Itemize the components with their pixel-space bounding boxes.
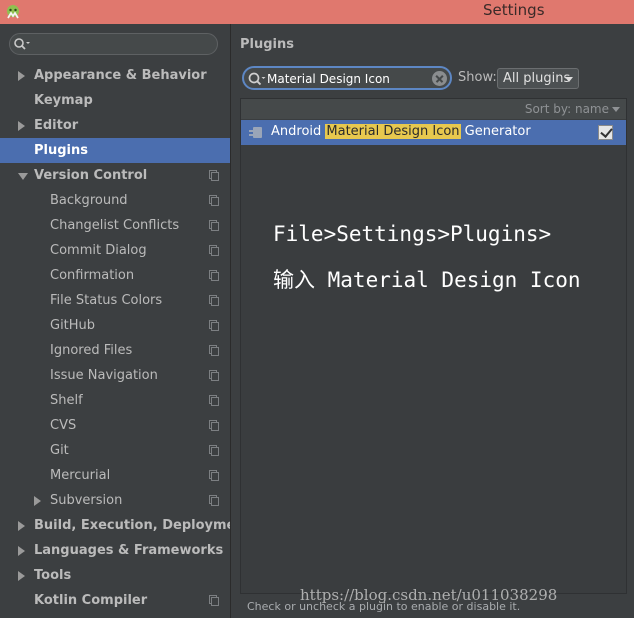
plugin-search-input[interactable] bbox=[267, 70, 427, 87]
sidebar-item-editor[interactable]: Editor bbox=[0, 113, 230, 138]
show-filter-dropdown[interactable]: All plugins bbox=[497, 68, 579, 89]
project-scope-icon bbox=[209, 495, 219, 506]
project-scope-icon bbox=[209, 345, 219, 356]
sidebar-item-label: Issue Navigation bbox=[50, 368, 158, 383]
sidebar-item-label: Appearance & Behavior bbox=[34, 68, 207, 83]
chevron-right-icon[interactable] bbox=[18, 521, 25, 531]
project-scope-icon bbox=[209, 320, 219, 331]
plugin-name: Android Material Design Icon Generator bbox=[271, 124, 531, 139]
plugin-search-field[interactable] bbox=[242, 66, 452, 90]
project-scope-icon bbox=[209, 245, 219, 256]
title-bar: Settings bbox=[0, 0, 634, 24]
sidebar-item-label: Background bbox=[50, 193, 128, 208]
project-scope-icon bbox=[209, 595, 219, 606]
sidebar-item-label: GitHub bbox=[50, 318, 96, 333]
sidebar-item-appearance-behavior[interactable]: Appearance & Behavior bbox=[0, 63, 230, 88]
show-filter-label: Show: bbox=[458, 70, 497, 85]
sidebar-item-label: Ignored Files bbox=[50, 343, 133, 358]
sidebar-item-git[interactable]: Git bbox=[0, 438, 230, 463]
sidebar-item-label: Tools bbox=[34, 568, 72, 583]
window-title: Settings bbox=[483, 1, 545, 19]
sidebar-item-kotlin-compiler[interactable]: Kotlin Compiler bbox=[0, 588, 230, 613]
sidebar-item-plugins[interactable]: Plugins bbox=[0, 138, 230, 163]
sidebar-item-confirmation[interactable]: Confirmation bbox=[0, 263, 230, 288]
plugin-icon bbox=[249, 127, 262, 138]
search-icon[interactable] bbox=[13, 37, 31, 51]
plugin-list: Sort by: name Android Material Design Ic… bbox=[240, 98, 627, 594]
sidebar-item-label: Kotlin Compiler bbox=[34, 593, 148, 608]
sidebar-item-shelf[interactable]: Shelf bbox=[0, 388, 230, 413]
chevron-right-icon[interactable] bbox=[18, 546, 25, 556]
sidebar-item-ignored-files[interactable]: Ignored Files bbox=[0, 338, 230, 363]
android-studio-icon bbox=[7, 5, 19, 19]
plugin-name-suffix: Generator bbox=[460, 124, 531, 139]
search-icon[interactable] bbox=[247, 71, 267, 87]
sidebar-item-label: Editor bbox=[34, 118, 79, 133]
sidebar-item-label: File Status Colors bbox=[50, 293, 163, 308]
sidebar-item-github[interactable]: GitHub bbox=[0, 313, 230, 338]
sidebar-item-label: Keymap bbox=[34, 93, 93, 108]
sidebar-item-keymap[interactable]: Keymap bbox=[0, 88, 230, 113]
plugin-name-search-match: Material Design Icon bbox=[325, 124, 461, 139]
sidebar-item-cvs[interactable]: CVS bbox=[0, 413, 230, 438]
sidebar-item-background[interactable]: Background bbox=[0, 188, 230, 213]
clear-search-icon[interactable] bbox=[432, 71, 447, 86]
sidebar-item-changelist-conflicts[interactable]: Changelist Conflicts bbox=[0, 213, 230, 238]
sidebar-item-label: Mercurial bbox=[50, 468, 111, 483]
chevron-right-icon[interactable] bbox=[34, 496, 41, 506]
sidebar-item-label: Plugins bbox=[34, 143, 88, 158]
project-scope-icon bbox=[209, 195, 219, 206]
sidebar-item-label: CVS bbox=[50, 418, 77, 433]
sidebar-item-commit-dialog[interactable]: Commit Dialog bbox=[0, 238, 230, 263]
sidebar-item-issue-navigation[interactable]: Issue Navigation bbox=[0, 363, 230, 388]
settings-sidebar: Appearance & Behavior Keymap Editor Plugins… bbox=[0, 24, 251, 618]
plugins-panel: Plugins Show: All plugins Sort by: name … bbox=[231, 24, 634, 618]
chevron-right-icon[interactable] bbox=[18, 121, 25, 131]
sidebar-item-label: Version Control bbox=[34, 168, 148, 183]
plugin-name-prefix: Android bbox=[271, 124, 326, 139]
sidebar-item-label: Build, Execution, Deployment bbox=[34, 518, 251, 533]
project-scope-icon bbox=[209, 445, 219, 456]
sidebar-item-label: Git bbox=[50, 443, 69, 458]
watermark-text: https://blog.csdn.net/u011038298 bbox=[300, 586, 558, 604]
plugin-row[interactable]: Android Material Design Icon Generator bbox=[241, 120, 626, 145]
page-title: Plugins bbox=[240, 37, 294, 52]
sidebar-item-label: Shelf bbox=[50, 393, 83, 408]
chevron-down-icon[interactable] bbox=[612, 107, 620, 112]
project-scope-icon bbox=[209, 220, 219, 231]
sidebar-item-subversion[interactable]: Subversion bbox=[0, 488, 230, 513]
sidebar-item-label: Languages & Frameworks bbox=[34, 543, 224, 558]
sidebar-item-label: Commit Dialog bbox=[50, 243, 147, 258]
project-scope-icon bbox=[209, 170, 219, 181]
sidebar-item-version-control[interactable]: Version Control bbox=[0, 163, 230, 188]
chevron-right-icon[interactable] bbox=[18, 71, 25, 81]
settings-search-field[interactable] bbox=[9, 33, 218, 55]
sidebar-item-label: Confirmation bbox=[50, 268, 135, 283]
sidebar-item-label: Subversion bbox=[50, 493, 123, 508]
project-scope-icon bbox=[209, 370, 219, 381]
sidebar-item-file-status-colors[interactable]: File Status Colors bbox=[0, 288, 230, 313]
annotation-line-2: 输入 Material Design Icon bbox=[273, 268, 581, 292]
sidebar-item-label: Changelist Conflicts bbox=[50, 218, 180, 233]
project-scope-icon bbox=[209, 470, 219, 481]
annotation-line-1: File>Settings>Plugins> bbox=[273, 222, 552, 246]
sidebar-item-mercurial[interactable]: Mercurial bbox=[0, 463, 230, 488]
chevron-right-icon[interactable] bbox=[18, 571, 25, 581]
project-scope-icon bbox=[209, 420, 219, 431]
plugin-enabled-checkbox[interactable] bbox=[598, 125, 613, 140]
show-filter-value: All plugins bbox=[503, 71, 571, 86]
project-scope-icon bbox=[209, 295, 219, 306]
sidebar-item-build-execution-deployment[interactable]: Build, Execution, Deployment bbox=[0, 513, 251, 538]
chevron-down-icon bbox=[565, 77, 573, 82]
project-scope-icon bbox=[209, 395, 219, 406]
sort-bar[interactable]: Sort by: name bbox=[241, 99, 626, 119]
project-scope-icon bbox=[209, 270, 219, 281]
sidebar-item-tools[interactable]: Tools bbox=[0, 563, 230, 588]
sort-by-label[interactable]: Sort by: name bbox=[525, 102, 609, 116]
sidebar-item-languages-frameworks[interactable]: Languages & Frameworks bbox=[0, 538, 230, 563]
chevron-down-icon[interactable] bbox=[18, 173, 28, 180]
